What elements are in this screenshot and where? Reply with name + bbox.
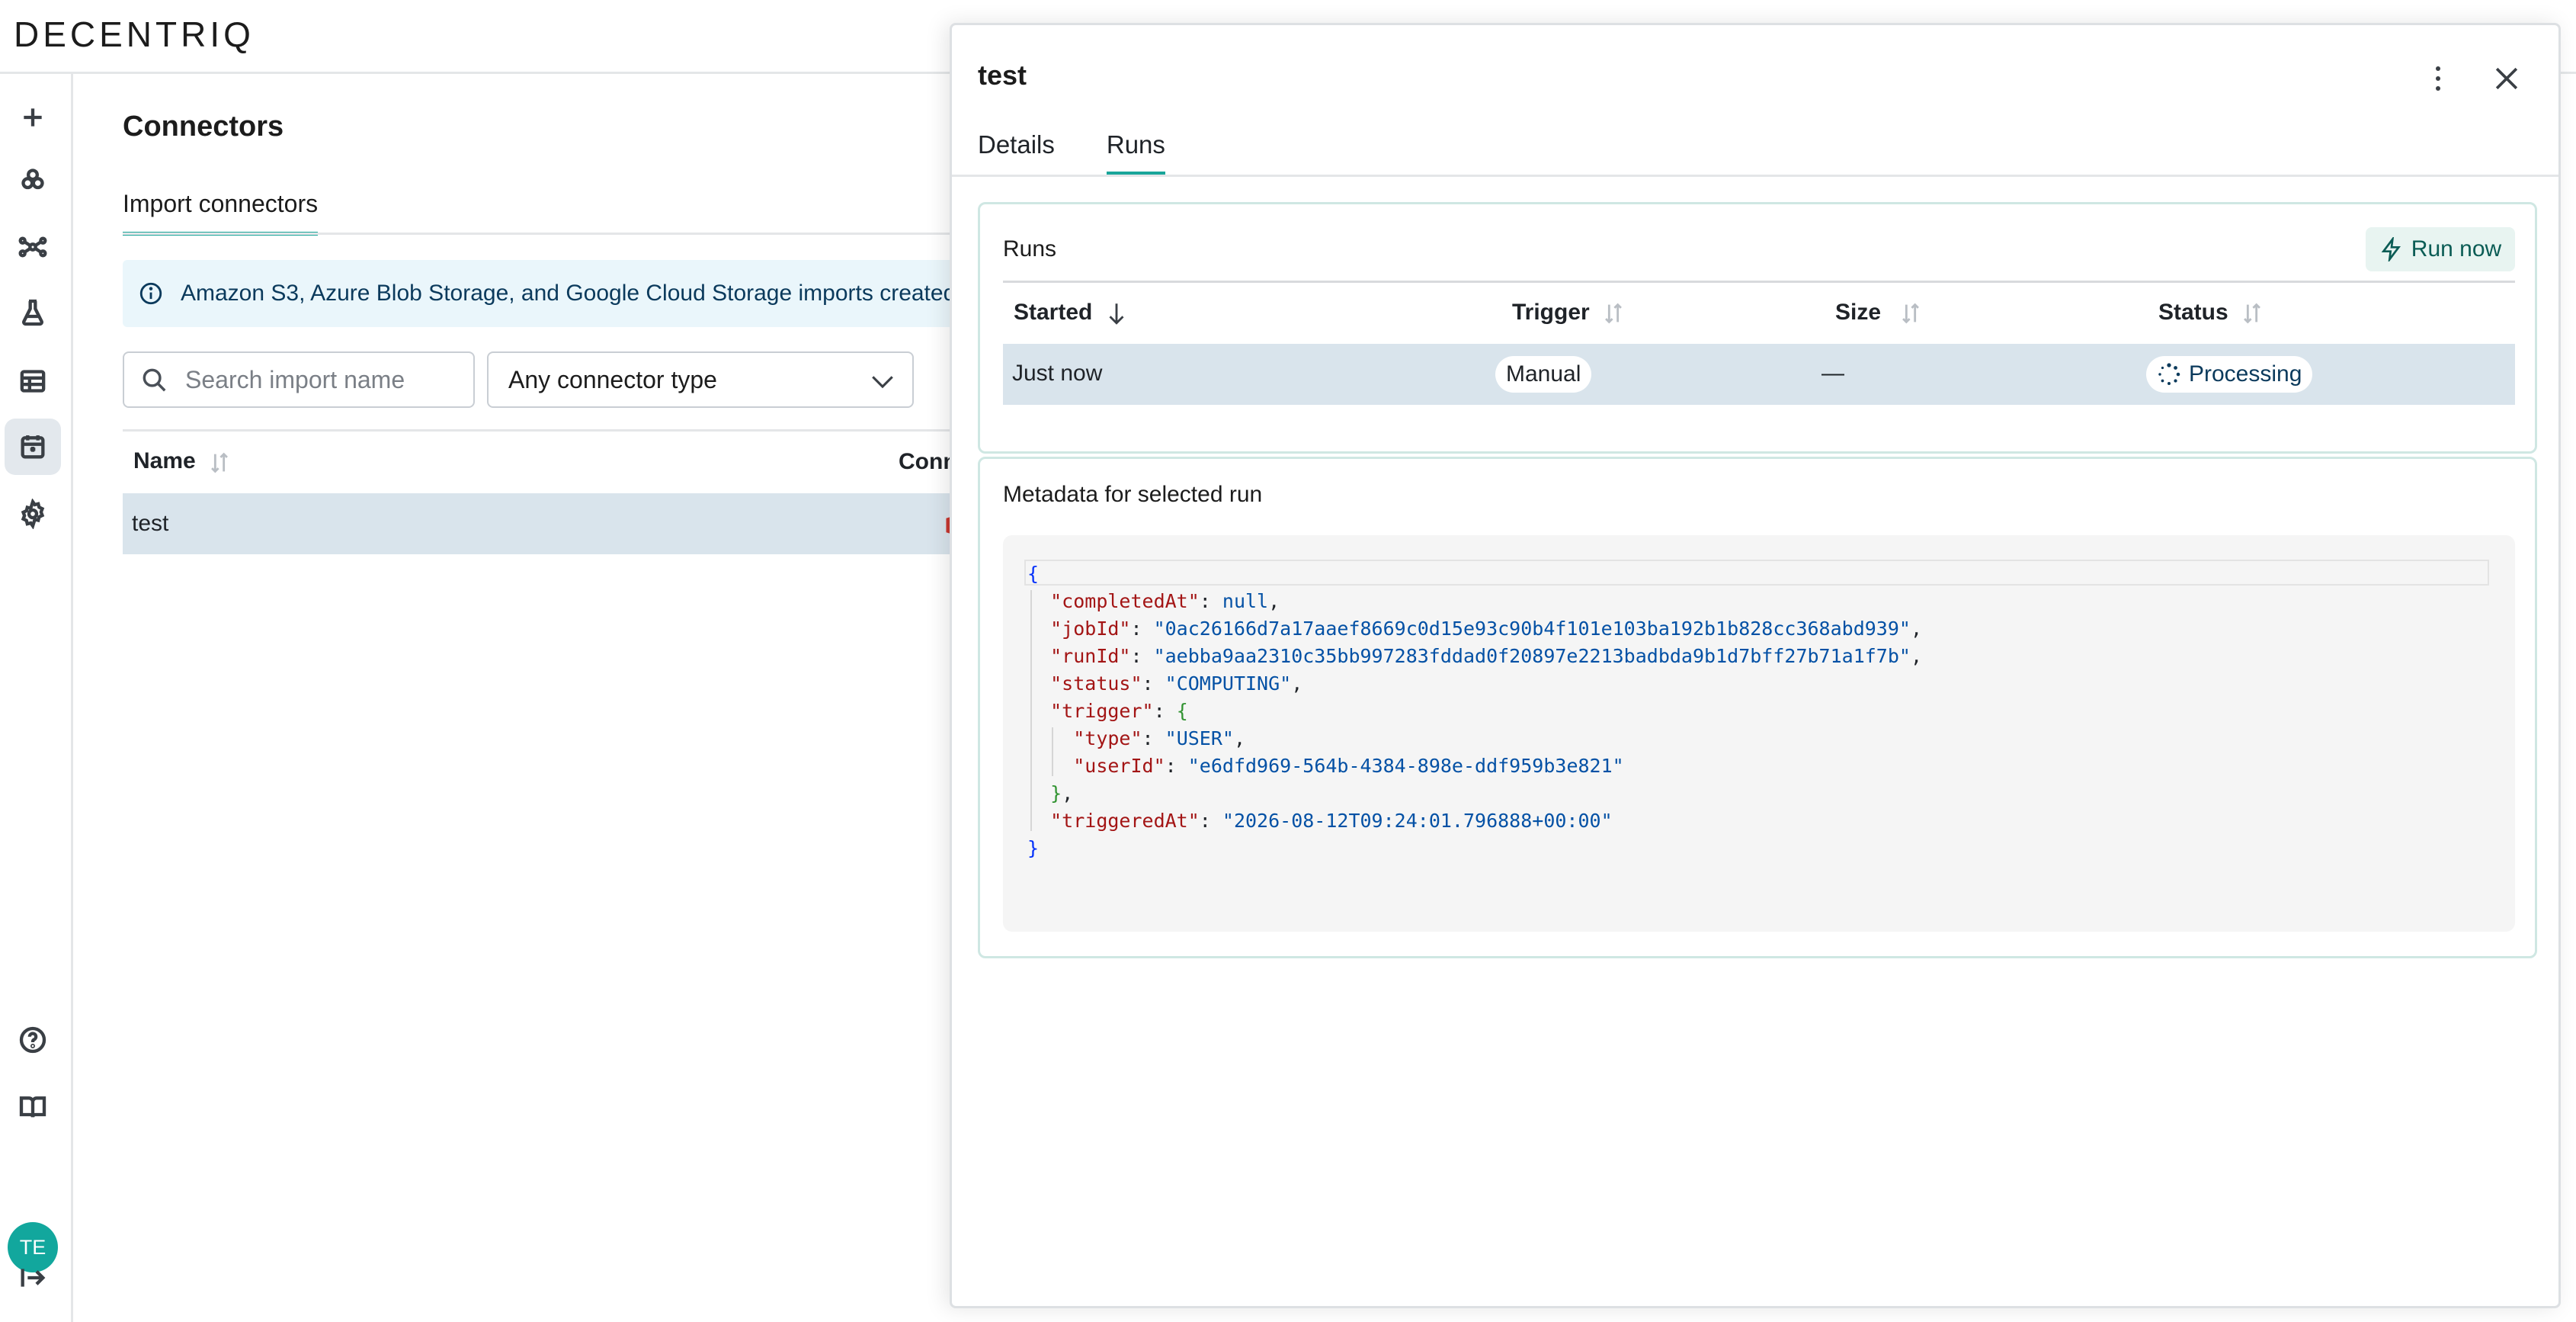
sort-icon [2244, 303, 2260, 324]
table-row[interactable]: Just now Manual — Processing [1003, 344, 2515, 405]
column-header-trigger[interactable]: Trigger [1512, 300, 1626, 326]
json-line-status: "status": "COMPUTING", [1050, 672, 1303, 695]
tab-import-connectors[interactable]: Import connectors [123, 190, 319, 236]
spinner-icon [2158, 363, 2180, 385]
metadata-json-viewer[interactable]: { "completedAt": null, "jobId": "0ac2616… [1003, 535, 2515, 932]
new-button[interactable] [5, 89, 61, 146]
connector-type-select[interactable]: Any connector type [487, 351, 914, 408]
json-line-runId: "runId": "aebba9aa2310c35bb997283fddad0f… [1050, 645, 1923, 667]
nav-network[interactable] [5, 219, 61, 275]
flask-icon [22, 299, 43, 326]
connectors-icon [21, 435, 45, 459]
runs-table-header: Started Trigger Size Status [1003, 283, 2515, 342]
nav-lab[interactable] [5, 284, 61, 341]
left-nav-rail: TE [0, 74, 73, 1322]
tab-runs[interactable]: Runs [1106, 130, 1165, 175]
tab-details[interactable]: Details [978, 130, 1055, 175]
kebab-icon[interactable] [2423, 62, 2453, 95]
row-name: test [132, 511, 169, 536]
drawer-title: test [978, 59, 1027, 91]
docs-button[interactable] [5, 1079, 61, 1135]
json-line-jobId: "jobId": "0ac26166d7a17aaef8669c0d15e93c… [1050, 618, 1923, 640]
json-line-trigger: "trigger": { [1050, 700, 1188, 722]
run-details-drawer: test Details Runs Runs Run now Started T… [950, 23, 2561, 1308]
column-header-status[interactable]: Status [2158, 300, 2265, 326]
nav-connectors[interactable] [5, 419, 61, 475]
json-line-type: "type": "USER", [1073, 727, 1246, 749]
gear-icon [21, 499, 45, 529]
collapse-icon [21, 1269, 46, 1287]
tabs-divider [123, 233, 1037, 235]
run-now-button[interactable]: Run now [2366, 227, 2515, 271]
sort-icon [1605, 303, 1622, 324]
json-line-userId: "userId": "e6dfd969-564b-4384-898e-ddf95… [1073, 755, 1624, 777]
column-header-connector[interactable]: Conn [899, 449, 957, 475]
page-title: Connectors [123, 111, 284, 143]
trigger-badge: Manual [1495, 356, 1592, 393]
close-icon[interactable] [2490, 62, 2523, 95]
help-button[interactable] [5, 1012, 61, 1068]
help-icon [19, 1026, 46, 1054]
app-logo[interactable]: DECENTRIQ [14, 14, 255, 55]
plus-icon [24, 108, 42, 127]
drawer-tabs: Details Runs [978, 130, 1217, 175]
table-row[interactable]: test Ar [123, 493, 1037, 554]
sort-desc-icon [1109, 303, 1124, 325]
network-icon [18, 236, 47, 258]
json-open-brace: { [1027, 563, 1040, 585]
column-header-name[interactable]: Name [133, 448, 232, 475]
current-line-highlight [1024, 560, 2489, 586]
nav-tables[interactable] [5, 353, 61, 409]
runs-title: Runs [1003, 236, 1057, 262]
run-started: Just now [1012, 361, 1103, 386]
json-close-brace: } [1027, 837, 1040, 859]
status-badge: Processing [2146, 356, 2313, 393]
search-input[interactable]: Search import name [123, 351, 475, 408]
search-icon [143, 368, 166, 392]
datasets-icon [21, 168, 44, 190]
search-placeholder: Search import name [185, 365, 405, 393]
table-header: Name Conn [123, 432, 1037, 492]
info-banner-text: Amazon S3, Azure Blob Storage, and Googl… [181, 281, 956, 306]
metadata-card: Metadata for selected run { "completedAt… [978, 457, 2537, 958]
runs-card: Runs Run now Started Trigger Size Status… [978, 202, 2537, 454]
metadata-title: Metadata for selected run [1003, 482, 1263, 507]
book-icon [19, 1096, 46, 1118]
chevron-down-icon [872, 376, 893, 389]
sort-icon [1902, 303, 1920, 324]
column-header-started[interactable]: Started [1014, 300, 1129, 326]
column-header-size[interactable]: Size [1835, 300, 1924, 326]
nav-datasets[interactable] [5, 152, 61, 208]
info-banner: Amazon S3, Azure Blob Storage, and Googl… [123, 260, 1037, 327]
collapse-sidebar-button[interactable] [5, 1250, 61, 1306]
connector-type-value: Any connector type [508, 365, 717, 393]
json-line-triggeredAt: "triggeredAt": "2026-08-12T09:24:01.7968… [1050, 810, 1613, 832]
drawer-tabs-divider [952, 175, 2558, 177]
info-icon [139, 282, 162, 305]
sort-icon [211, 452, 228, 473]
nav-settings[interactable] [5, 486, 61, 542]
table-icon [20, 370, 46, 393]
lightning-icon [2381, 237, 2401, 262]
run-size: — [1821, 361, 1844, 386]
table-top-border [123, 429, 1037, 432]
json-line-trigger-close: }, [1050, 782, 1074, 804]
json-line-completedAt: "completedAt": null, [1050, 590, 1280, 612]
